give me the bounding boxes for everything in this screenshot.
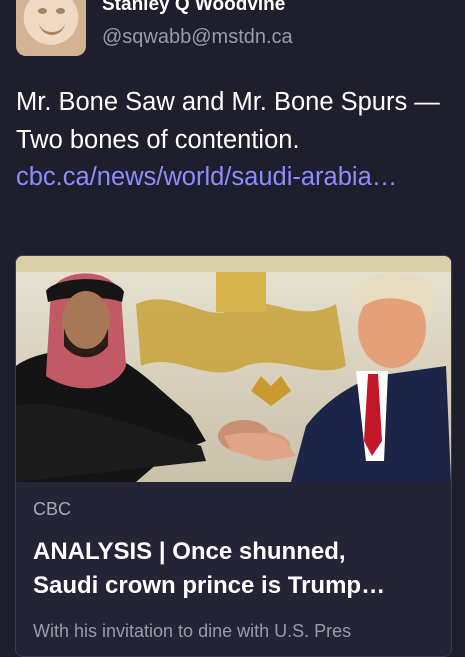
card-description: With his invitation to dine with U.S. Pr… [33, 621, 352, 641]
card-title-line-1: ANALYSIS | Once shunned, [33, 538, 346, 565]
card-title-line-2: Saudi crown prince is Trump… [33, 572, 386, 599]
card-title[interactable]: ANALYSIS | Once shunned, Saudi crown pri… [33, 535, 441, 603]
author-handle[interactable]: @sqwabb@mstdn.ca [102, 26, 293, 49]
author-display-name[interactable]: Stanley Q Woodvine [102, 0, 285, 16]
post-body-text: Mr. Bone Saw and Mr. Bone Spurs — Two bo… [16, 88, 440, 154]
post-header: Stanley Q Woodvine @sqwabb@mstdn.ca [16, 0, 456, 56]
avatar[interactable] [16, 0, 86, 56]
post-link[interactable]: cbc.ca/news/world/saudi-arabia… [16, 163, 397, 191]
avatar-eye-right [56, 8, 65, 14]
card-source: CBC [33, 499, 72, 519]
card-body[interactable]: CBC ANALYSIS | Once shunned, Saudi crown… [16, 483, 451, 656]
card-image[interactable] [16, 256, 451, 482]
avatar-eye-left [38, 8, 47, 14]
post-content: Mr. Bone Saw and Mr. Bone Spurs — Two bo… [16, 84, 446, 197]
link-preview-card[interactable]: CBC ANALYSIS | Once shunned, Saudi crown… [15, 255, 452, 657]
avatar-mouth [39, 22, 65, 35]
